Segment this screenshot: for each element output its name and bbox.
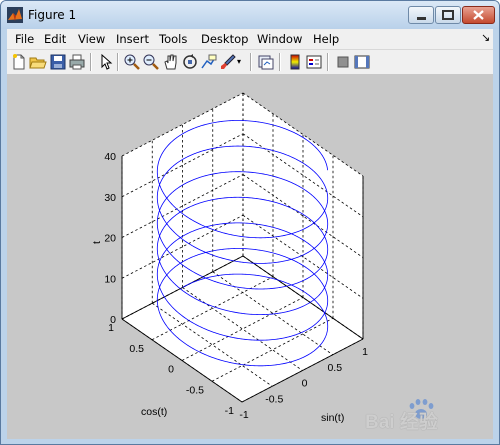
- x-axis-label: sin(t): [321, 412, 344, 424]
- figure-canvas[interactable]: 0 10 20 30 40 -1 -0.5 0 0.5 1 1 0.5 0 -0.5 -1 t sin(t)…: [7, 74, 493, 439]
- toolbar-separator: [90, 53, 92, 71]
- minimize-button[interactable]: [408, 6, 434, 24]
- y-tick-label: 0.5: [129, 343, 144, 355]
- pan-hand-icon[interactable]: [162, 53, 180, 71]
- edit-plot-arrow-icon[interactable]: [96, 53, 114, 71]
- y-tick-label: -0.5: [186, 384, 204, 396]
- minimize-icon: [417, 17, 426, 20]
- plot-axes[interactable]: 010203040-1-0.500.5110.50-0.5-1 t sin(t)…: [7, 74, 493, 439]
- toolbar-separator: [117, 53, 119, 71]
- legend-icon[interactable]: [305, 53, 323, 71]
- close-button[interactable]: [462, 6, 495, 24]
- print-icon[interactable]: [68, 53, 86, 71]
- z-tick-label: 30: [104, 192, 116, 204]
- title-bar[interactable]: Figure 1: [1, 1, 499, 29]
- menu-window[interactable]: Window: [257, 32, 302, 46]
- figure-toolbar: ▾: [7, 49, 493, 75]
- maximize-button[interactable]: [435, 6, 461, 24]
- x-tick-label: 0.5: [327, 362, 342, 374]
- toolbar-separator: [279, 53, 281, 71]
- show-plot-tools-icon[interactable]: [353, 53, 371, 71]
- hide-plot-tools-icon[interactable]: [334, 53, 352, 71]
- brush-icon[interactable]: [219, 53, 237, 71]
- window-title: Figure 1: [28, 8, 77, 22]
- toolbar-separator: [250, 53, 252, 71]
- z-tick-label: 10: [104, 273, 116, 285]
- watermark-text: Bai 经验: [365, 412, 438, 433]
- x-tick-label: 1: [362, 346, 368, 358]
- menu-edit[interactable]: Edit: [44, 32, 66, 46]
- x-tick-label: -1: [239, 409, 248, 421]
- link-plot-icon[interactable]: [257, 53, 275, 71]
- colorbar-icon[interactable]: [286, 53, 304, 71]
- menu-file[interactable]: File: [15, 32, 34, 46]
- menu-tools[interactable]: Tools: [159, 32, 187, 46]
- data-cursor-icon[interactable]: [200, 53, 218, 71]
- matlab-icon: [7, 7, 23, 23]
- figure-window: Figure 1 File Edit View Insert Tools Des…: [0, 0, 500, 445]
- zoom-out-icon[interactable]: [142, 53, 160, 71]
- zoom-in-icon[interactable]: [123, 53, 141, 71]
- watermark: Bai 经验: [351, 394, 491, 438]
- menu-bar: File Edit View Insert Tools Desktop Wind…: [7, 29, 493, 49]
- open-file-icon[interactable]: [29, 53, 47, 71]
- axes-box: [121, 93, 364, 403]
- maximize-icon: [442, 10, 454, 20]
- brush-dropdown-icon[interactable]: ▾: [237, 57, 241, 66]
- z-tick-label: 20: [104, 233, 116, 245]
- toolbar-separator: [327, 53, 329, 71]
- y-tick-label: 1: [108, 322, 114, 334]
- menu-desktop[interactable]: Desktop: [201, 32, 248, 46]
- z-axis-label: t: [91, 241, 103, 244]
- new-figure-icon[interactable]: [10, 53, 28, 71]
- x-tick-label: -0.5: [265, 393, 283, 405]
- menu-help[interactable]: Help: [313, 32, 339, 46]
- menu-insert[interactable]: Insert: [116, 32, 149, 46]
- menu-overflow-icon[interactable]: ↘: [481, 31, 490, 44]
- y-tick-label: 0: [168, 364, 174, 376]
- rotate-3d-icon[interactable]: [181, 53, 199, 71]
- close-icon: [473, 10, 484, 20]
- y-axis-label: cos(t): [141, 406, 167, 418]
- y-tick-label: -1: [225, 405, 234, 417]
- save-icon[interactable]: [49, 53, 67, 71]
- z-tick-label: 40: [104, 151, 116, 163]
- x-tick-label: 0: [302, 378, 308, 390]
- menu-view[interactable]: View: [78, 32, 105, 46]
